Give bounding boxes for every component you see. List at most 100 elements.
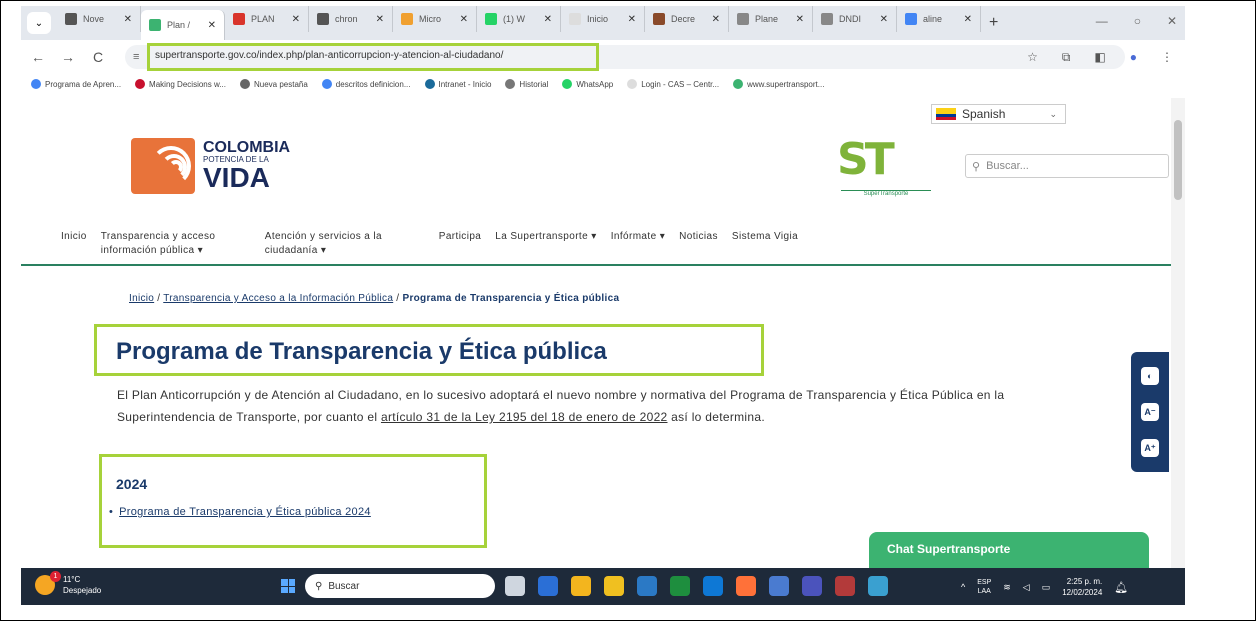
taskbar-app-icon[interactable] [538,576,558,596]
browser-tab[interactable]: Micro ✕ [393,6,477,32]
date: 12/02/2024 [1062,588,1103,597]
taskbar-app-icon[interactable] [505,576,525,596]
tab-label: Plan / [167,20,191,30]
menu-icon[interactable]: ⋮ [1161,50,1173,65]
scrollbar-thumb[interactable] [1174,120,1182,200]
bookmark-item[interactable]: Making Decisions w... [135,79,226,89]
bookmark-item[interactable]: Login - CAS – Centr... [627,79,719,89]
address-bar[interactable]: ≡ supertransporte.gov.co/index.php/plan-… [125,43,1125,71]
battery-icon[interactable]: ▭ [1042,582,1051,593]
tab-favicon-icon [653,13,665,25]
supertransporte-logo[interactable]: ST [837,134,931,194]
forward-icon[interactable]: → [61,49,75,65]
language-select[interactable]: Spanish ⌄ [931,104,1066,124]
decrease-font-icon[interactable]: A⁻ [1141,403,1159,421]
browser-tab[interactable]: Inicio ✕ [561,6,645,32]
tab-close-icon[interactable]: ✕ [712,14,720,25]
program-2024-link[interactable]: Programa de Transparencia y Ética públic… [119,506,371,518]
contrast-icon[interactable]: ◐ [1141,367,1159,385]
chevron-up-icon[interactable]: ^ [961,582,965,592]
law-link[interactable]: artículo 31 de la Ley 2195 del 18 de ene… [381,410,668,424]
browser-tab[interactable]: Plan / ✕ [141,10,225,40]
tab-close-icon[interactable]: ✕ [544,14,552,25]
maximize-icon[interactable]: ○ [1134,14,1141,28]
tab-close-icon[interactable]: ✕ [376,14,384,25]
back-icon[interactable]: ← [31,49,45,65]
bookmark-item[interactable]: Intranet - Inicio [424,79,491,89]
bookmark-item[interactable]: www.supertransport... [733,79,824,89]
browser-tab[interactable]: DNDI ✕ [813,6,897,32]
page-scrollbar[interactable] [1171,98,1185,568]
chat-widget[interactable]: Chat Supertransporte [869,532,1149,568]
menu-item[interactable]: Transparencia y acceso información públi… [101,230,251,257]
browser-tab[interactable]: chron ✕ [309,6,393,32]
taskbar-app-icon[interactable] [868,576,888,596]
increase-font-icon[interactable]: A⁺ [1141,439,1159,457]
supertransporte-logo-subtitle: SuperTransporte [841,190,931,197]
taskbar-app-icon[interactable] [736,576,756,596]
menu-item[interactable]: Sistema Vigia [732,230,798,257]
taskbar-app-icon[interactable] [769,576,789,596]
tab-close-icon[interactable]: ✕ [964,14,972,25]
taskbar-app-icon[interactable] [604,576,624,596]
tab-close-icon[interactable]: ✕ [880,14,888,25]
tab-close-icon[interactable]: ✕ [208,20,216,31]
bookmark-item[interactable]: descritos definicion... [321,79,411,89]
breadcrumb-home[interactable]: Inicio [129,293,154,304]
menu-item[interactable]: Atención y servicios a la ciudadanía ▾ [265,230,425,257]
taskbar-search[interactable]: ⚲ Buscar [305,574,495,598]
weather-widget[interactable]: 1 11°C Despejado [35,571,101,596]
bookmark-item[interactable]: Nueva pestaña [239,79,308,89]
taskbar-app-icon[interactable] [571,576,591,596]
site-search-input[interactable]: ⚲ Buscar... [965,154,1169,178]
minimize-icon[interactable]: — [1096,14,1108,28]
tab-close-icon[interactable]: ✕ [292,14,300,25]
reload-icon[interactable]: C [91,49,105,65]
tab-close-icon[interactable]: ✕ [124,14,132,25]
tab-close-icon[interactable]: ✕ [628,14,636,25]
main-menu: Inicio Transparencia y acceso información… [61,230,798,257]
breadcrumb-parent[interactable]: Transparencia y Acceso a la Información … [163,293,393,304]
taskbar-app-icon[interactable] [670,576,690,596]
tab-close-icon[interactable]: ✕ [460,14,468,25]
bookmark-item[interactable]: WhatsApp [562,79,613,89]
bookmark-star-icon[interactable]: ☆ [1027,50,1038,65]
browser-tab[interactable]: PLAN ✕ [225,6,309,32]
menu-item[interactable]: Inicio [61,230,87,257]
year-heading: 2024 [116,476,148,492]
bookmark-item[interactable]: Programa de Apren... [31,79,121,89]
notification-bell-icon[interactable]: 🔔︎ [1114,581,1128,594]
bookmark-item[interactable]: Historial [505,79,548,89]
extensions-icon[interactable]: ⧉ [1062,50,1071,65]
taskbar-app-icon[interactable] [703,576,723,596]
url-text[interactable]: supertransporte.gov.co/index.php/plan-an… [155,50,503,61]
menu-item[interactable]: La Supertransporte ▾ [495,230,596,257]
bookmark-label: Nueva pestaña [253,79,308,89]
clock[interactable]: 2:25 p. m. 12/02/2024 [1062,576,1102,598]
bookmark-favicon-icon [562,79,573,89]
menu-item[interactable]: Infórmate ▾ [611,230,665,257]
taskbar-app-icon[interactable] [802,576,822,596]
taskbar-app-icon[interactable] [835,576,855,596]
browser-tab[interactable]: aline ✕ [897,6,981,32]
bookmark-favicon-icon [239,79,250,89]
menu-item[interactable]: Noticias [679,230,718,257]
wifi-icon[interactable]: ≋ [1003,582,1011,593]
browser-tab[interactable]: Nove ✕ [57,6,141,32]
tab-close-icon[interactable]: ✕ [796,14,804,25]
tab-search-button[interactable]: ⌄ [27,12,51,34]
menu-item[interactable]: Participa [439,230,482,257]
browser-tab[interactable]: Decre ✕ [645,6,729,32]
volume-icon[interactable]: ◁ [1023,582,1030,593]
close-window-icon[interactable]: ✕ [1167,14,1177,28]
colombia-logo[interactable]: COLOMBIA POTENCIA DE LA VIDA [131,138,290,194]
input-language[interactable]: ESP LAA [977,578,991,596]
browser-tab[interactable]: (1) W ✕ [477,6,561,32]
side-panel-icon[interactable]: ◧ [1094,50,1105,65]
new-tab-button[interactable]: + [989,14,998,32]
browser-tab[interactable]: Plane ✕ [729,6,813,32]
windows-start-icon[interactable] [281,579,295,593]
site-info-icon[interactable]: ≡ [133,51,139,63]
profile-icon[interactable]: ● [1130,50,1137,65]
taskbar-app-icon[interactable] [637,576,657,596]
